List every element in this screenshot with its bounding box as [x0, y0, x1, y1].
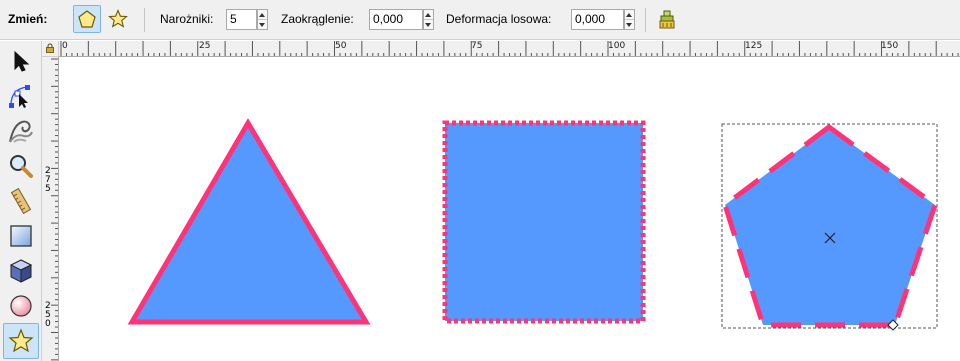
polygon-icon — [78, 10, 96, 28]
toolbar-separator — [645, 8, 646, 32]
hruler-label: 75 — [471, 41, 483, 51]
corners-label: Narożniki: — [160, 12, 214, 26]
lock-icon — [46, 43, 54, 53]
drawing-canvas[interactable] — [60, 58, 960, 361]
rectangle-tool[interactable] — [3, 218, 39, 254]
ruler-icon — [10, 188, 32, 214]
tweak-icon — [9, 120, 33, 143]
node-tool[interactable] — [3, 78, 39, 114]
vertical-ruler[interactable]: 2 7 5 2 5 0 — [42, 57, 59, 361]
star-icon — [108, 9, 128, 28]
rounding-input[interactable]: 0,000 — [369, 9, 423, 30]
randomization-spinner[interactable] — [624, 9, 635, 30]
horizontal-ruler[interactable]: 0 25 50 75 100 125 150 — [59, 41, 960, 57]
tool-controls-bar: Zmień: Narożniki: 5 Zaokrąglenie: 0,000 … — [0, 0, 960, 40]
node-icon — [9, 85, 30, 108]
randomization-label: Deformacja losowa: — [446, 12, 552, 26]
vruler-label: 2 7 5 — [45, 166, 51, 194]
triangle-shape[interactable] — [127, 118, 371, 325]
hruler-label: 0 — [62, 41, 68, 51]
ellipse-tool[interactable] — [3, 288, 39, 324]
reset-defaults-button[interactable] — [655, 8, 679, 32]
toolbox — [0, 41, 42, 361]
rectangle-icon — [10, 225, 32, 247]
star-icon — [8, 328, 34, 353]
corners-spinner[interactable] — [257, 9, 268, 30]
tweak-tool[interactable] — [3, 113, 39, 149]
pentagon-shape[interactable] — [722, 123, 938, 328]
magnifier-icon — [10, 155, 33, 178]
box3d-tool[interactable] — [3, 253, 39, 289]
hruler-label: 150 — [881, 41, 899, 51]
canvas-svg — [127, 118, 938, 331]
box3d-icon — [9, 259, 33, 283]
star-mode-button[interactable] — [104, 5, 132, 33]
rounding-label: Zaokrąglenie: — [281, 12, 354, 26]
rounding-spinner[interactable] — [423, 9, 434, 30]
corners-input[interactable]: 5 — [226, 9, 257, 30]
reset-defaults-icon — [659, 10, 675, 29]
vruler-label: 2 5 0 — [45, 301, 51, 329]
toolbar-separator — [144, 8, 145, 32]
ruler-corner — [42, 41, 59, 57]
hruler-label: 100 — [608, 41, 626, 51]
square-shape[interactable] — [442, 120, 646, 324]
hruler-label: 25 — [199, 41, 211, 51]
change-label: Zmień: — [8, 12, 48, 26]
arrow-icon — [14, 50, 30, 72]
zoom-tool[interactable] — [3, 148, 39, 184]
selector-tool[interactable] — [3, 43, 39, 79]
polygon-mode-button[interactable] — [73, 5, 101, 33]
randomization-input[interactable]: 0,000 — [571, 9, 624, 30]
hruler-label: 50 — [335, 41, 347, 51]
star-polygon-tool[interactable] — [3, 323, 39, 359]
measure-tool[interactable] — [3, 183, 39, 219]
horizontal-ruler-ticks — [60, 41, 959, 56]
ellipse-icon — [10, 295, 32, 317]
hruler-label: 125 — [745, 41, 763, 51]
